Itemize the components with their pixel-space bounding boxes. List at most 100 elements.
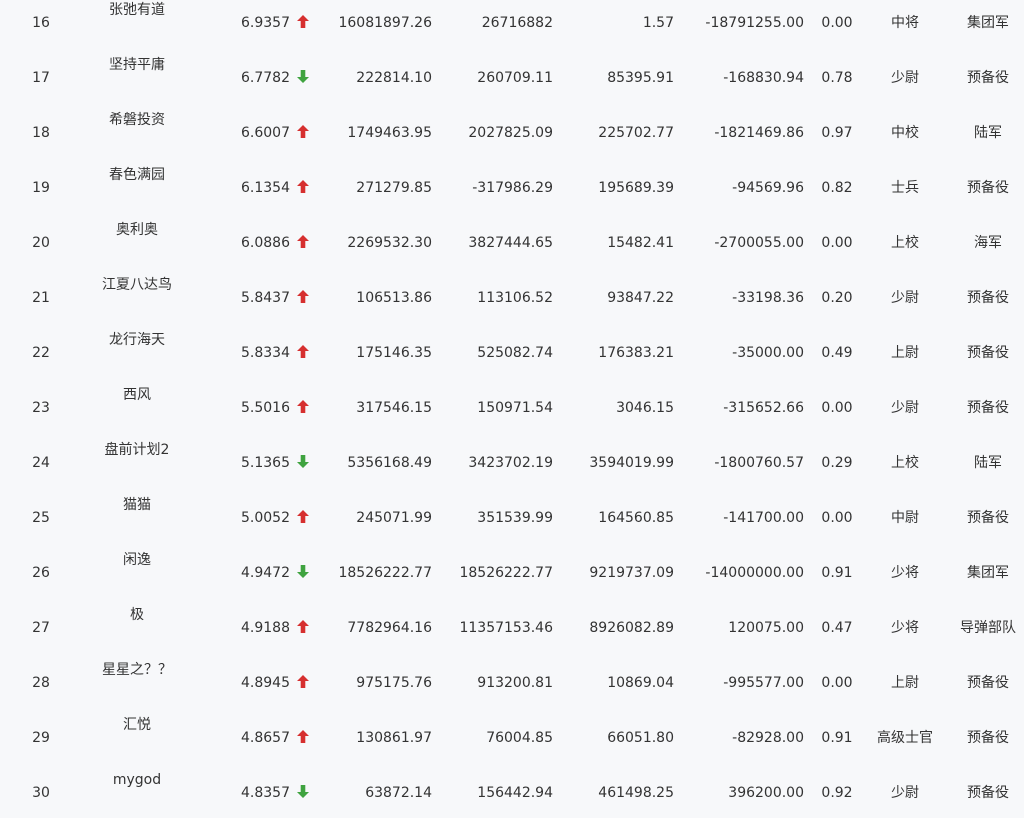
ratio-cell: 0.92 <box>821 785 853 801</box>
score-cell: 6.1354 <box>241 180 290 196</box>
value-cell-4: -1821469.86 <box>714 125 804 141</box>
value-cell-3: 85395.91 <box>607 70 674 86</box>
military-rank-cell: 士兵 <box>891 180 919 196</box>
value-cell-2: 525082.74 <box>477 345 553 361</box>
value-cell-1: 16081897.26 <box>338 15 432 31</box>
user-name-link[interactable]: 张弛有道 <box>82 0 192 20</box>
ratio-cell: 0.49 <box>821 345 853 361</box>
ratio-cell: 0.00 <box>821 400 853 416</box>
value-cell-1: 222814.10 <box>356 70 432 86</box>
value-cell-2: 76004.85 <box>486 730 553 746</box>
military-rank-cell: 上校 <box>891 235 919 251</box>
user-name-link[interactable]: 龙行海天 <box>82 330 192 350</box>
branch-cell: 预备役 <box>967 180 1009 196</box>
branch-cell: 预备役 <box>967 785 1009 801</box>
value-cell-4: -35000.00 <box>732 345 804 361</box>
user-name-link[interactable]: 星星之？？ <box>82 660 192 680</box>
value-cell-1: 63872.14 <box>365 785 432 801</box>
branch-cell: 预备役 <box>967 730 1009 746</box>
value-cell-4: -995577.00 <box>723 675 804 691</box>
ratio-cell: 0.00 <box>821 235 853 251</box>
value-cell-1: 130861.97 <box>356 730 432 746</box>
value-cell-1: 1749463.95 <box>347 125 432 141</box>
branch-cell: 预备役 <box>967 70 1009 86</box>
user-name-link[interactable]: 春色满园 <box>82 165 192 185</box>
value-cell-3: 66051.80 <box>607 730 674 746</box>
user-name-link[interactable]: 汇悦 <box>82 715 192 735</box>
value-cell-1: 317546.15 <box>356 400 432 416</box>
arrow-up-icon <box>297 235 311 251</box>
branch-cell: 预备役 <box>967 510 1009 526</box>
arrow-up-icon <box>297 15 311 31</box>
user-name-link[interactable]: 猫猫 <box>82 495 192 515</box>
arrow-up-icon <box>297 730 311 746</box>
ratio-cell: 0.00 <box>821 675 853 691</box>
branch-cell: 集团军 <box>967 15 1009 31</box>
military-rank-cell: 少尉 <box>891 785 919 801</box>
military-rank-cell: 少尉 <box>891 400 919 416</box>
score-cell: 4.9472 <box>241 565 290 581</box>
table-row[interactable]: 21 江夏八达鸟 5.8437 106513.86 113106.52 93847.22 -… <box>0 268 1024 323</box>
value-cell-3: 195689.39 <box>598 180 674 196</box>
table-row[interactable]: 17 坚持平庸 6.7782 222814.10 260709.11 85395.91 -1… <box>0 48 1024 103</box>
military-rank-cell: 上校 <box>891 455 919 471</box>
table-row[interactable]: 27 极 4.9188 7782964.16 11357153.46 8926082.89… <box>0 598 1024 653</box>
arrow-up-icon <box>297 510 311 526</box>
branch-cell: 海军 <box>974 235 1002 251</box>
ratio-cell: 0.91 <box>821 565 853 581</box>
table-row[interactable]: 26 闲逸 4.9472 18526222.77 18526222.77 9219737.… <box>0 543 1024 598</box>
rank-cell: 22 <box>32 345 50 361</box>
branch-cell: 导弹部队 <box>960 620 1016 636</box>
table-row[interactable]: 30 mygod 4.8357 63872.14 156442.94 461498.25 3… <box>0 763 1024 818</box>
ratio-cell: 0.47 <box>821 620 853 636</box>
table-row[interactable]: 22 龙行海天 5.8334 175146.35 525082.74 176383.21 -… <box>0 323 1024 378</box>
value-cell-1: 271279.85 <box>356 180 432 196</box>
user-name-link[interactable]: 坚持平庸 <box>82 55 192 75</box>
score-cell: 6.9357 <box>241 15 290 31</box>
value-cell-3: 9219737.09 <box>589 565 674 581</box>
value-cell-2: 113106.52 <box>477 290 553 306</box>
user-name-link[interactable]: 希磐投资 <box>82 110 192 130</box>
user-name-link[interactable]: 江夏八达鸟 <box>82 275 192 295</box>
value-cell-4: -1800760.57 <box>714 455 804 471</box>
user-name-link[interactable]: 极 <box>82 605 192 625</box>
ratio-cell: 0.29 <box>821 455 853 471</box>
table-row[interactable]: 29 汇悦 4.8657 130861.97 76004.85 66051.80 -8292… <box>0 708 1024 763</box>
arrow-down-icon <box>297 785 311 801</box>
ratio-cell: 0.78 <box>821 70 853 86</box>
score-cell: 4.8657 <box>241 730 290 746</box>
rank-cell: 27 <box>32 620 50 636</box>
table-row[interactable]: 24 盘前计划2 5.1365 5356168.49 3423702.19 3594019… <box>0 433 1024 488</box>
military-rank-cell: 中将 <box>891 15 919 31</box>
table-row[interactable]: 28 星星之？？ 4.8945 975175.76 913200.81 10869.04 -… <box>0 653 1024 708</box>
rank-cell: 16 <box>32 15 50 31</box>
table-row[interactable]: 25 猫猫 5.0052 245071.99 351539.99 164560.85 -14… <box>0 488 1024 543</box>
table-row[interactable]: 19 春色满园 6.1354 271279.85 -317986.29 195689.39… <box>0 158 1024 213</box>
table-row[interactable]: 18 希磐投资 6.6007 1749463.95 2027825.09 225702.7… <box>0 103 1024 158</box>
user-name-link[interactable]: 闲逸 <box>82 550 192 570</box>
rank-cell: 23 <box>32 400 50 416</box>
branch-cell: 陆军 <box>974 125 1002 141</box>
branch-cell: 预备役 <box>967 400 1009 416</box>
branch-cell: 预备役 <box>967 345 1009 361</box>
user-name-link[interactable]: 西风 <box>82 385 192 405</box>
ratio-cell: 0.82 <box>821 180 853 196</box>
arrow-down-icon <box>297 565 311 581</box>
user-name-link[interactable]: 奥利奥 <box>82 220 192 240</box>
value-cell-1: 245071.99 <box>356 510 432 526</box>
table-row[interactable]: 23 西风 5.5016 317546.15 150971.54 3046.15 -3156… <box>0 378 1024 433</box>
rank-cell: 25 <box>32 510 50 526</box>
score-cell: 6.7782 <box>241 70 290 86</box>
value-cell-1: 175146.35 <box>356 345 432 361</box>
value-cell-3: 176383.21 <box>598 345 674 361</box>
user-name-link[interactable]: mygod <box>82 770 192 790</box>
user-name-link[interactable]: 盘前计划2 <box>82 440 192 460</box>
value-cell-4: -18791255.00 <box>705 15 804 31</box>
rank-cell: 21 <box>32 290 50 306</box>
value-cell-2: 260709.11 <box>477 70 553 86</box>
value-cell-2: 156442.94 <box>477 785 553 801</box>
table-row[interactable]: 16 张弛有道 6.9357 16081897.26 26716882 1.57 -1879… <box>0 0 1024 48</box>
table-row[interactable]: 20 奥利奥 6.0886 2269532.30 3827444.65 15482.41 -… <box>0 213 1024 268</box>
value-cell-4: -315652.66 <box>723 400 804 416</box>
arrow-up-icon <box>297 180 311 196</box>
